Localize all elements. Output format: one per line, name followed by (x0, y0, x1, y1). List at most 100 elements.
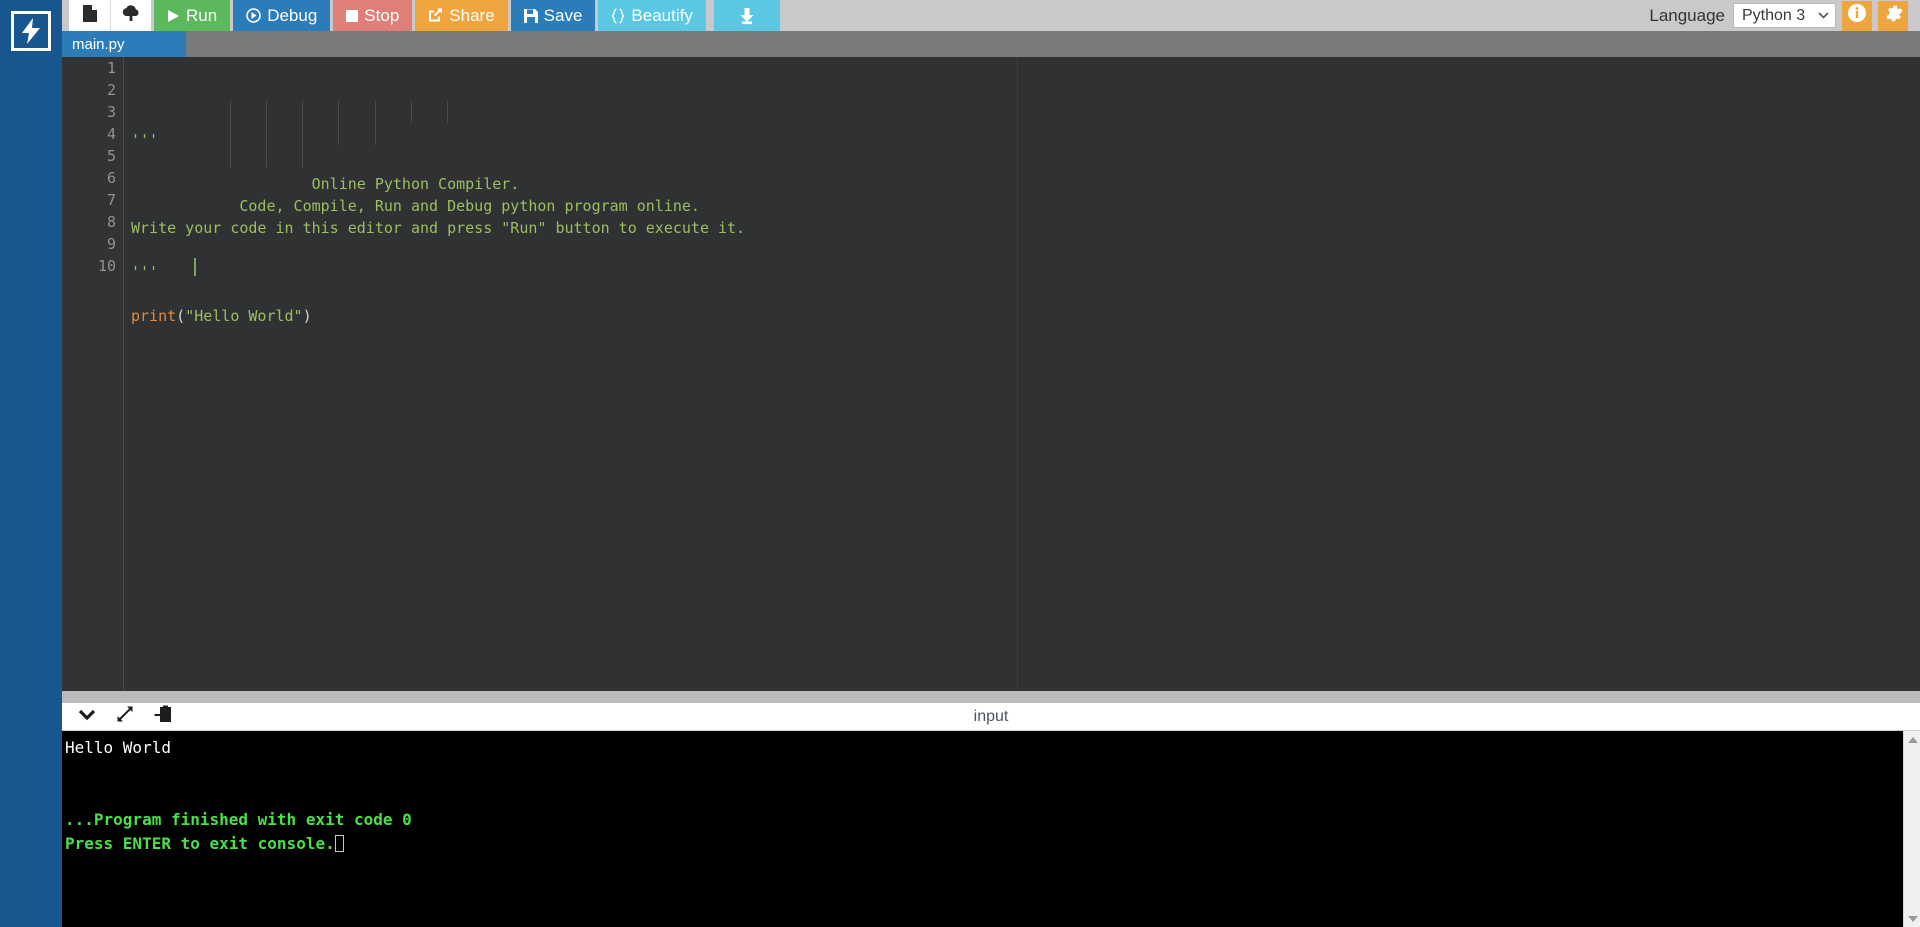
code-token: ''' (131, 131, 158, 149)
code-line: Online Python Compiler. (125, 173, 1920, 195)
code-editor[interactable]: 12345678910 ''' Online Python Compiler. … (62, 57, 1920, 691)
code-line: Write your code in this editor and press… (125, 217, 1920, 239)
code-token: ''' (131, 263, 158, 281)
app-logo[interactable] (11, 11, 51, 51)
code-lines: ''' Online Python Compiler. Code, Compil… (125, 129, 1920, 349)
code-area[interactable]: ''' Online Python Compiler. Code, Compil… (125, 57, 1920, 691)
console-line: Press ENTER to exit console. (65, 832, 1920, 856)
share-button-label: Share (449, 7, 494, 24)
upload-button[interactable] (110, 0, 151, 31)
console-line-text: Press ENTER to exit console. (65, 834, 335, 853)
code-line: Code, Compile, Run and Debug python prog… (125, 195, 1920, 217)
line-number-gutter: 12345678910 (62, 57, 124, 691)
code-token: ( (176, 307, 185, 325)
stop-button[interactable]: Stop (333, 0, 412, 31)
code-line: ''' (125, 261, 1920, 283)
line-number: 9 (62, 233, 123, 255)
save-button[interactable]: Save (511, 0, 596, 31)
code-token: Online Python Compiler. (131, 175, 519, 193)
console-line-text: Hello World (65, 738, 171, 757)
scroll-up-arrow-icon (1908, 737, 1918, 743)
collapse-console-button[interactable] (76, 706, 98, 728)
toolbar-spacer (780, 0, 1650, 31)
line-number: 2 (62, 79, 123, 101)
share-button[interactable]: Share (415, 0, 507, 31)
line-number: 8 (62, 211, 123, 233)
debug-button[interactable]: Debug (233, 0, 330, 31)
new-file-icon (82, 4, 98, 28)
code-token: ) (303, 307, 312, 325)
code-line (125, 327, 1920, 349)
beautify-button-label: Beautify (631, 7, 692, 24)
scrollbar-up-button[interactable] (1904, 731, 1920, 748)
download-button[interactable] (714, 0, 780, 31)
left-rail (0, 0, 62, 927)
console-output-text: Hello World ...Program finished with exi… (62, 731, 1920, 856)
run-button[interactable]: Run (154, 0, 230, 31)
code-line: print("Hello World") (125, 305, 1920, 327)
line-number: 6 (62, 167, 123, 189)
editor-console-splitter[interactable] (62, 691, 1920, 703)
tab-main-py[interactable]: main.py (62, 31, 186, 57)
info-icon (1847, 3, 1867, 28)
paste-to-console-button[interactable] (152, 706, 174, 728)
expand-console-button[interactable] (114, 706, 136, 728)
line-number: 5 (62, 145, 123, 167)
text-caret (194, 258, 196, 276)
debug-button-label: Debug (267, 7, 317, 24)
chevron-down-icon (78, 708, 96, 726)
top-toolbar: Run Debug Stop (62, 0, 1920, 31)
braces-icon (611, 8, 625, 24)
line-number: 7 (62, 189, 123, 211)
console-block-cursor (335, 835, 344, 852)
scroll-down-arrow-icon (1908, 916, 1918, 922)
info-button[interactable] (1842, 1, 1872, 31)
line-number: 10 (62, 255, 123, 277)
scrollbar-down-button[interactable] (1904, 910, 1920, 927)
code-line (125, 239, 1920, 261)
gear-icon (1884, 4, 1903, 28)
console-line (65, 760, 1920, 784)
line-number: 1 (62, 57, 123, 79)
new-file-button[interactable] (69, 0, 110, 31)
beautify-button[interactable]: Beautify (598, 0, 705, 31)
line-number: 3 (62, 101, 123, 123)
console-line: Hello World (65, 736, 1920, 760)
console-output-panel[interactable]: Hello World ...Program finished with exi… (62, 731, 1920, 927)
settings-button[interactable] (1878, 1, 1908, 31)
play-icon (167, 9, 180, 23)
run-button-label: Run (186, 7, 217, 24)
console-header-title: input (62, 708, 1920, 726)
code-line (125, 151, 1920, 173)
tab-label: main.py (72, 36, 125, 53)
code-token: Code, Compile, Run and Debug python prog… (131, 197, 700, 215)
language-select-value: Python 3 (1742, 7, 1818, 25)
console-header: input (62, 703, 1920, 731)
app-root: Run Debug Stop (0, 0, 1920, 927)
debug-circle-icon (246, 8, 261, 23)
code-token: Write your code in this editor and press… (131, 219, 745, 237)
indent-guide (411, 101, 412, 123)
upload-cloud-icon (121, 4, 141, 27)
expand-arrows-icon (116, 705, 134, 728)
save-button-label: Save (544, 7, 583, 24)
code-token: "Hello World" (185, 307, 302, 325)
toolbar-right-group: Language Python 3 (1649, 0, 1920, 31)
language-select[interactable]: Python 3 (1733, 3, 1836, 28)
language-label: Language (1649, 6, 1725, 26)
indent-guide (447, 101, 448, 123)
line-number: 4 (62, 123, 123, 145)
code-token: print (131, 307, 176, 325)
chevron-down-icon (1818, 10, 1829, 22)
console-line-text: ...Program finished with exit code 0 (65, 810, 412, 829)
toolbar-left-group: Run Debug Stop (62, 0, 780, 31)
stop-square-icon (346, 10, 358, 22)
lightning-bolt-icon (20, 18, 42, 44)
tab-bar: main.py (62, 31, 1920, 57)
floppy-disk-icon (524, 9, 538, 23)
console-header-icons (62, 706, 174, 728)
download-icon (738, 7, 756, 25)
console-scrollbar[interactable] (1903, 731, 1920, 927)
console-line: ...Program finished with exit code 0 (65, 808, 1920, 832)
stop-button-label: Stop (364, 7, 399, 24)
